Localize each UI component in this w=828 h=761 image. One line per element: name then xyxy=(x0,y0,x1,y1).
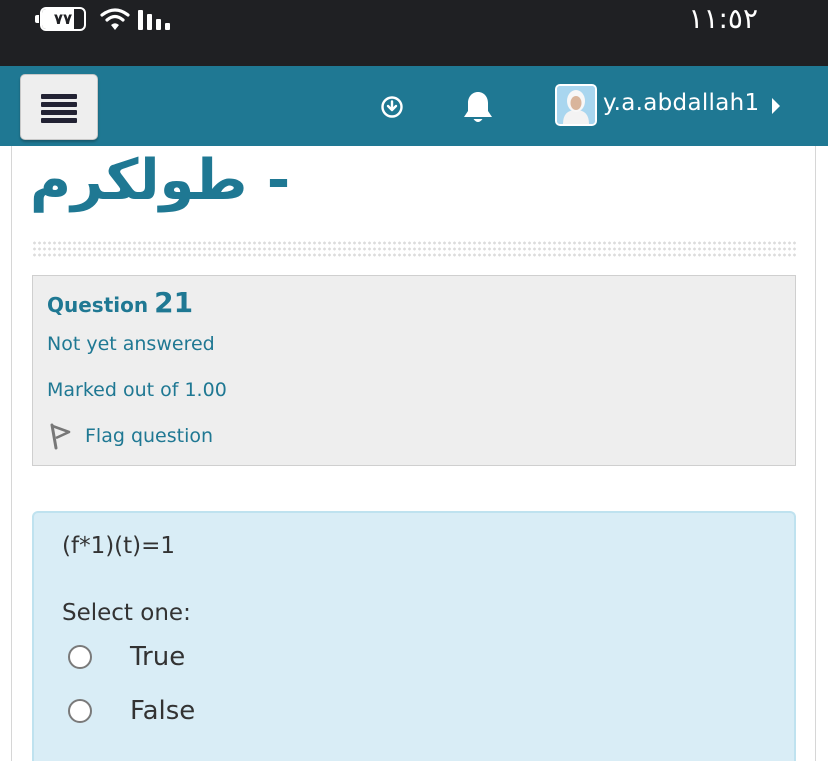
question-info-panel: Question 21 Not yet answered Marked out o… xyxy=(32,275,796,466)
answer-option-false[interactable]: False xyxy=(68,696,195,726)
signal-strength-icon xyxy=(138,10,170,30)
flag-question-label: Flag question xyxy=(85,425,214,447)
question-grade: Marked out of 1.00 xyxy=(47,379,227,401)
download-circle-icon[interactable] xyxy=(380,95,404,119)
username-label[interactable]: y.a.abdallah1 xyxy=(603,90,759,116)
flag-question-link[interactable]: Flag question xyxy=(47,422,213,450)
question-label: Question xyxy=(47,293,149,317)
user-avatar[interactable] xyxy=(555,84,597,126)
wifi-icon xyxy=(100,8,130,30)
question-number: Question 21 xyxy=(47,286,193,319)
question-content-panel: (f*1)(t)=1 Select one: True False xyxy=(32,511,796,761)
answer-option-true[interactable]: True xyxy=(68,642,185,672)
status-clock: ١١:٥٢ xyxy=(688,2,758,35)
question-text: (f*1)(t)=1 xyxy=(62,533,176,559)
status-bar: ٧٧ ١١:٥٢ xyxy=(0,0,828,66)
flag-outline-icon xyxy=(50,423,71,450)
menu-button[interactable] xyxy=(20,74,98,140)
top-navbar: y.a.abdallah1 xyxy=(0,66,828,146)
avatar-image xyxy=(557,86,595,124)
answer-option-label[interactable]: True xyxy=(130,642,185,672)
page-frame-right xyxy=(815,146,816,761)
dotted-separator xyxy=(32,240,796,258)
question-state: Not yet answered xyxy=(47,333,215,355)
question-number-value: 21 xyxy=(154,286,194,319)
caret-right-icon[interactable] xyxy=(772,98,780,114)
page-frame-left xyxy=(11,146,12,761)
radio-button[interactable] xyxy=(68,699,92,723)
course-title: - طولكرم xyxy=(30,148,291,213)
battery-tip xyxy=(35,15,39,23)
battery-icon: ٧٧ xyxy=(40,7,86,31)
answer-prompt: Select one: xyxy=(62,600,191,626)
radio-button[interactable] xyxy=(68,645,92,669)
answer-option-label[interactable]: False xyxy=(130,696,195,726)
bell-icon[interactable] xyxy=(461,90,495,126)
battery-level: ٧٧ xyxy=(53,10,73,28)
